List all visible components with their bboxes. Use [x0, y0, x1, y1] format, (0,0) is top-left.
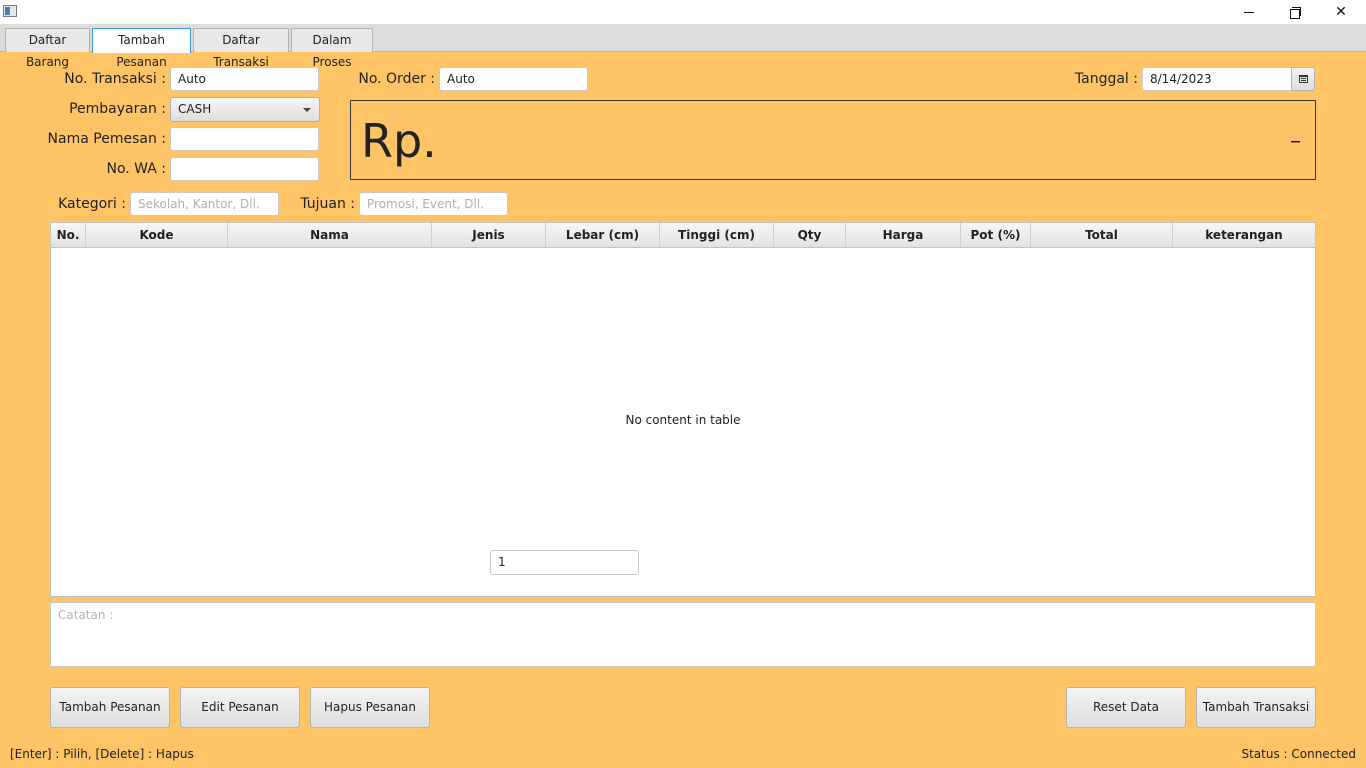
- kategori-field[interactable]: Sekolah, Kantor, Dll.: [130, 192, 279, 216]
- column-header-kode[interactable]: Kode: [86, 223, 228, 247]
- tab-bar: Daftar Barang Tambah Pesanan Daftar Tran…: [0, 24, 1366, 69]
- column-header-keterangan[interactable]: keterangan: [1173, 223, 1315, 247]
- tanggal-label: Tanggal :: [1074, 71, 1138, 87]
- column-header-qty[interactable]: Qty: [774, 223, 846, 247]
- qty-input[interactable]: 1: [490, 550, 639, 575]
- total-display: Rp. –: [350, 100, 1316, 180]
- no-order-field[interactable]: Auto: [439, 67, 588, 91]
- tujuan-label: Tujuan :: [300, 196, 355, 212]
- column-header-total[interactable]: Total: [1031, 223, 1173, 247]
- order-items-table[interactable]: No. Kode Nama Jenis Lebar (cm) Tinggi (c…: [50, 222, 1316, 597]
- calendar-icon: [1298, 75, 1308, 83]
- tab-daftar-barang[interactable]: Daftar Barang: [5, 28, 90, 69]
- table-header: No. Kode Nama Jenis Lebar (cm) Tinggi (c…: [51, 223, 1315, 248]
- edit-pesanan-button[interactable]: Edit Pesanan: [180, 687, 300, 728]
- date-picker-button[interactable]: [1291, 67, 1315, 91]
- connection-status: Status : Connected: [1241, 747, 1356, 761]
- reset-data-button[interactable]: Reset Data: [1066, 687, 1186, 728]
- column-header-no[interactable]: No.: [51, 223, 86, 247]
- no-order-label: No. Order :: [358, 71, 435, 87]
- pembayaran-selected-value: CASH: [178, 102, 212, 116]
- no-wa-label: No. WA :: [106, 161, 166, 177]
- close-button[interactable]: ✕: [1318, 0, 1364, 24]
- column-header-tinggi[interactable]: Tinggi (cm): [660, 223, 774, 247]
- column-header-pot[interactable]: Pot (%): [961, 223, 1031, 247]
- tab-dalam-proses[interactable]: Dalam Proses: [291, 28, 373, 69]
- kategori-label: Kategori :: [58, 196, 126, 212]
- hapus-pesanan-button[interactable]: Hapus Pesanan: [310, 687, 430, 728]
- restore-icon: [1290, 7, 1301, 19]
- close-icon: ✕: [1335, 4, 1347, 20]
- column-header-harga[interactable]: Harga: [846, 223, 961, 247]
- pembayaran-select[interactable]: CASH: [170, 97, 320, 122]
- nama-pemesan-field[interactable]: [170, 127, 319, 151]
- tujuan-field[interactable]: Promosi, Event, Dll.: [359, 192, 508, 216]
- nama-pemesan-label: Nama Pemesan :: [47, 131, 166, 147]
- no-transaksi-field[interactable]: Auto: [170, 67, 319, 91]
- chevron-down-icon: [303, 108, 311, 112]
- column-header-jenis[interactable]: Jenis: [432, 223, 546, 247]
- tambah-pesanan-button[interactable]: Tambah Pesanan: [50, 687, 170, 728]
- currency-label: Rp.: [361, 114, 437, 168]
- tab-daftar-transaksi[interactable]: Daftar Transaksi: [193, 28, 289, 69]
- column-header-nama[interactable]: Nama: [228, 223, 432, 247]
- no-wa-field[interactable]: [170, 157, 319, 181]
- keyboard-hint: [Enter] : Pilih, [Delete] : Hapus: [10, 747, 194, 761]
- catatan-textarea[interactable]: Catatan :: [50, 602, 1316, 667]
- minimize-icon: [1244, 11, 1254, 13]
- tambah-transaksi-button[interactable]: Tambah Transaksi: [1196, 687, 1316, 728]
- tanggal-field[interactable]: 8/14/2023: [1142, 67, 1292, 91]
- column-header-lebar[interactable]: Lebar (cm): [546, 223, 660, 247]
- title-bar: ✕: [0, 0, 1366, 24]
- tab-tambah-pesanan[interactable]: Tambah Pesanan: [92, 28, 191, 69]
- total-amount: –: [1290, 129, 1301, 154]
- table-empty-message: No content in table: [625, 413, 741, 427]
- maximize-button[interactable]: [1272, 0, 1318, 24]
- pembayaran-label: Pembayaran :: [69, 101, 166, 117]
- app-window-icon: [3, 5, 17, 17]
- no-transaksi-label: No. Transaksi :: [64, 71, 166, 87]
- minimize-button[interactable]: [1226, 0, 1272, 24]
